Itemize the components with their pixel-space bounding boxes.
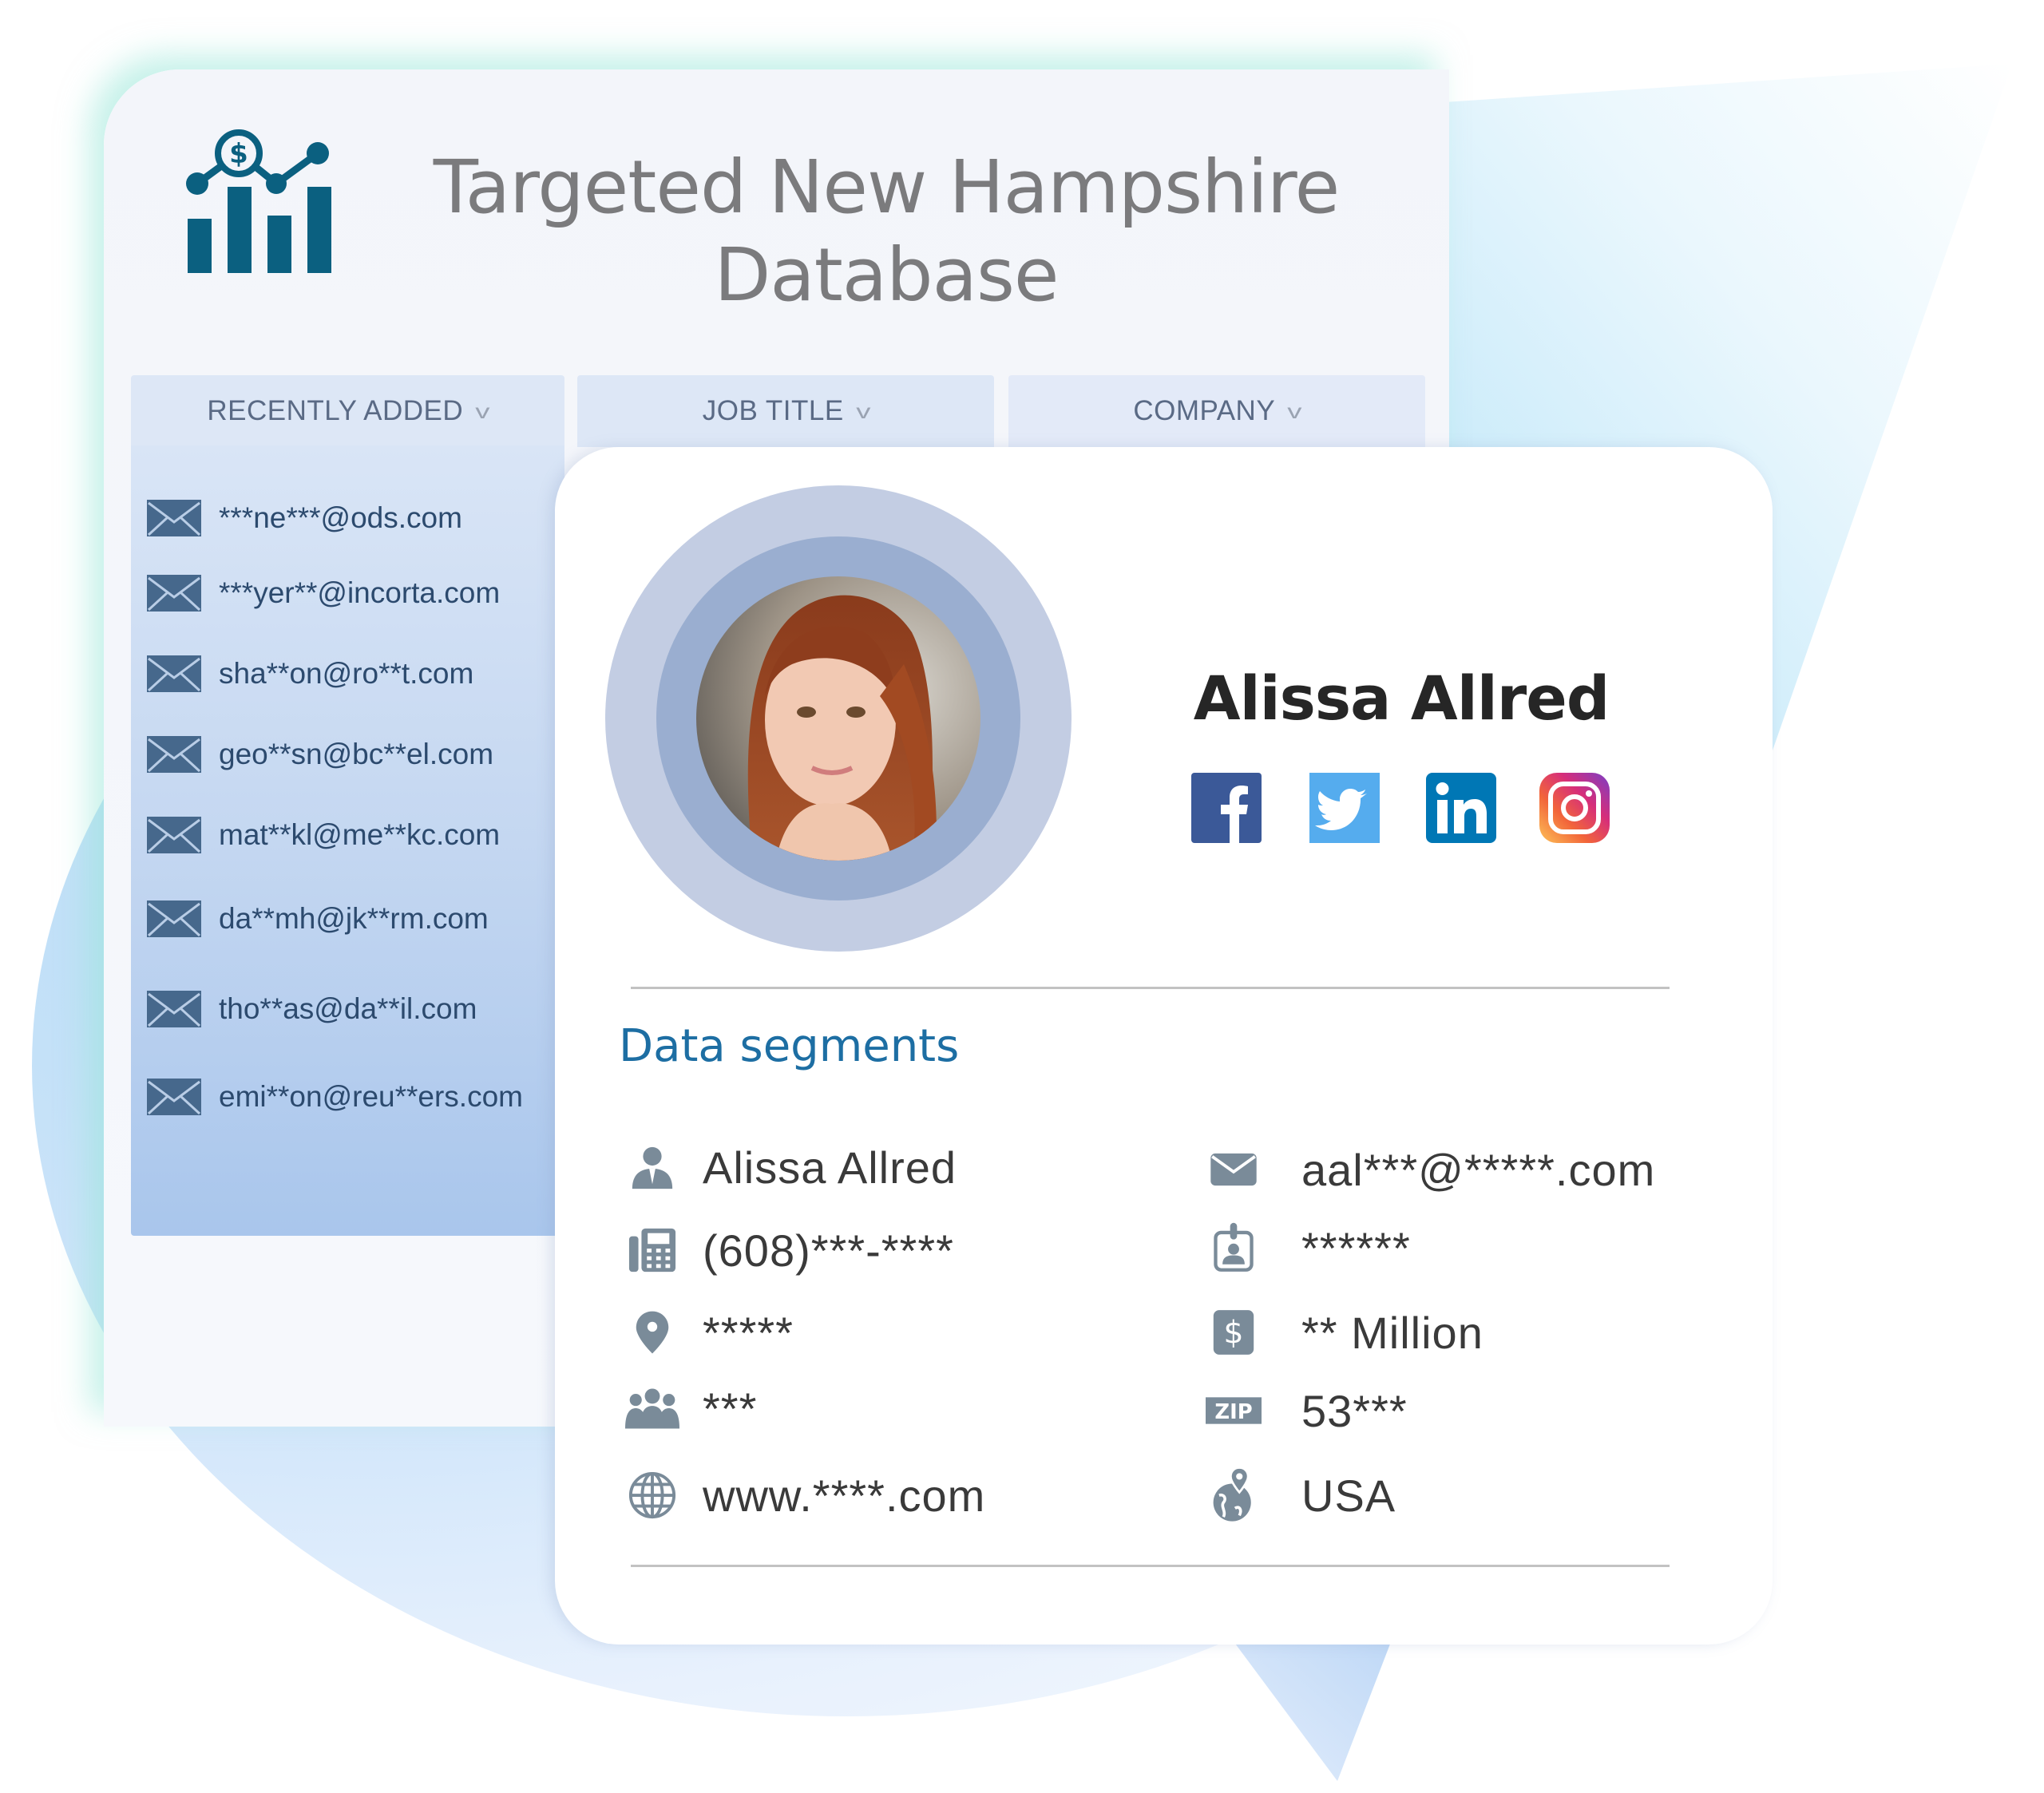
twitter-icon[interactable] — [1309, 773, 1380, 843]
tab-company[interactable]: COMPANY v — [1008, 375, 1425, 447]
email-list-item[interactable]: geo**sn@bc**el.com — [147, 730, 493, 778]
chevron-down-icon: v — [1287, 398, 1303, 423]
envelope-icon — [147, 900, 201, 937]
envelope-icon — [147, 655, 201, 692]
tab-label: RECENTLY ADDED — [207, 395, 464, 426]
location-pin-icon — [624, 1304, 680, 1360]
profile-name: Alissa Allred — [1193, 663, 1610, 734]
svg-text:ZIP: ZIP — [1214, 1400, 1252, 1424]
segment-value: USA — [1301, 1470, 1396, 1521]
phone-icon — [624, 1222, 680, 1278]
segment-value: Alissa Allred — [703, 1142, 957, 1193]
facebook-icon[interactable] — [1191, 773, 1262, 843]
page-title-line1: Targeted New Hampshire — [433, 144, 1341, 230]
segment-value: ***** — [703, 1307, 794, 1358]
world-pin-icon — [1206, 1466, 1262, 1523]
segment-row-right: ****** — [1206, 1212, 1411, 1284]
tab-label: JOB TITLE — [702, 395, 844, 426]
email-address: geo**sn@bc**el.com — [219, 738, 494, 770]
email-address: da**mh@jk**rm.com — [219, 902, 489, 935]
email-icon — [1206, 1142, 1262, 1197]
email-list-item[interactable]: emi**on@reu**ers.com — [147, 1073, 523, 1121]
segment-row-right: USA — [1206, 1459, 1396, 1531]
email-address: ***ne***@ods.com — [219, 501, 462, 534]
segment-row-left: ***** — [624, 1296, 794, 1368]
id-badge-icon — [1206, 1220, 1262, 1276]
email-address: tho**as@da**il.com — [219, 992, 477, 1025]
linkedin-icon[interactable] — [1426, 773, 1496, 843]
segment-row-right: ZIP 53*** — [1206, 1375, 1408, 1447]
segment-value: (608)***-**** — [703, 1225, 954, 1276]
email-address: ***yer**@incorta.com — [219, 576, 501, 609]
person-icon — [624, 1139, 680, 1195]
email-address: mat**kl@me**kc.com — [219, 818, 501, 851]
email-list-item[interactable]: da**mh@jk**rm.com — [147, 895, 489, 943]
email-list-item[interactable]: ***ne***@ods.com — [147, 494, 462, 542]
page-title-line2: Database — [714, 232, 1060, 318]
instagram-icon[interactable] — [1539, 773, 1610, 843]
email-address: emi**on@reu**ers.com — [219, 1080, 523, 1113]
svg-text:$: $ — [229, 138, 248, 170]
segment-row-left: *** — [624, 1372, 757, 1444]
avatar — [696, 576, 980, 861]
envelope-icon — [147, 991, 201, 1027]
segment-value: aal***@*****.com — [1301, 1144, 1656, 1195]
team-icon — [624, 1380, 680, 1436]
dollar-icon: $ — [1206, 1304, 1262, 1360]
email-list-item[interactable]: tho**as@da**il.com — [147, 985, 477, 1033]
divider — [631, 1565, 1670, 1567]
segment-value: 53*** — [1301, 1385, 1408, 1436]
segment-value: ****** — [1301, 1222, 1411, 1273]
segment-value: www.****.com — [703, 1470, 986, 1521]
segment-row-left: www.****.com — [624, 1459, 985, 1531]
chevron-down-icon: v — [475, 398, 491, 423]
zip-icon: ZIP — [1206, 1383, 1262, 1439]
segment-value: *** — [703, 1383, 758, 1434]
email-list-item[interactable]: ***yer**@incorta.com — [147, 569, 500, 617]
tab-label: COMPANY — [1133, 395, 1276, 426]
segment-row-right: $ ** Million — [1206, 1296, 1483, 1368]
page-title: Targeted New Hampshire Database — [335, 144, 1437, 319]
segment-row-left: (608)***-**** — [624, 1214, 954, 1286]
envelope-icon — [147, 500, 201, 536]
email-list-item[interactable]: sha**on@ro**t.com — [147, 650, 473, 698]
segment-row-right: aal***@*****.com — [1206, 1134, 1655, 1205]
envelope-icon — [147, 575, 201, 612]
envelope-icon — [147, 817, 201, 853]
data-segments-heading: Data segments — [619, 1020, 960, 1072]
tab-recently-added[interactable]: RECENTLY ADDED v — [131, 375, 564, 447]
email-address: sha**on@ro**t.com — [219, 657, 474, 690]
segment-value: ** Million — [1301, 1307, 1483, 1358]
globe-icon — [624, 1467, 680, 1523]
envelope-icon — [147, 1079, 201, 1115]
background-triangle-bottom — [1222, 1625, 1397, 1781]
tab-job-title[interactable]: JOB TITLE v — [577, 375, 994, 447]
chart-dollar-icon: $ — [186, 129, 331, 273]
envelope-icon — [147, 736, 201, 773]
svg-text:$: $ — [1223, 1315, 1243, 1352]
chevron-down-icon: v — [856, 398, 871, 423]
segment-row-left: Alissa Allred — [624, 1131, 957, 1203]
email-list-item[interactable]: mat**kl@me**kc.com — [147, 811, 500, 859]
avatar-photo — [696, 576, 980, 861]
divider — [631, 987, 1670, 989]
